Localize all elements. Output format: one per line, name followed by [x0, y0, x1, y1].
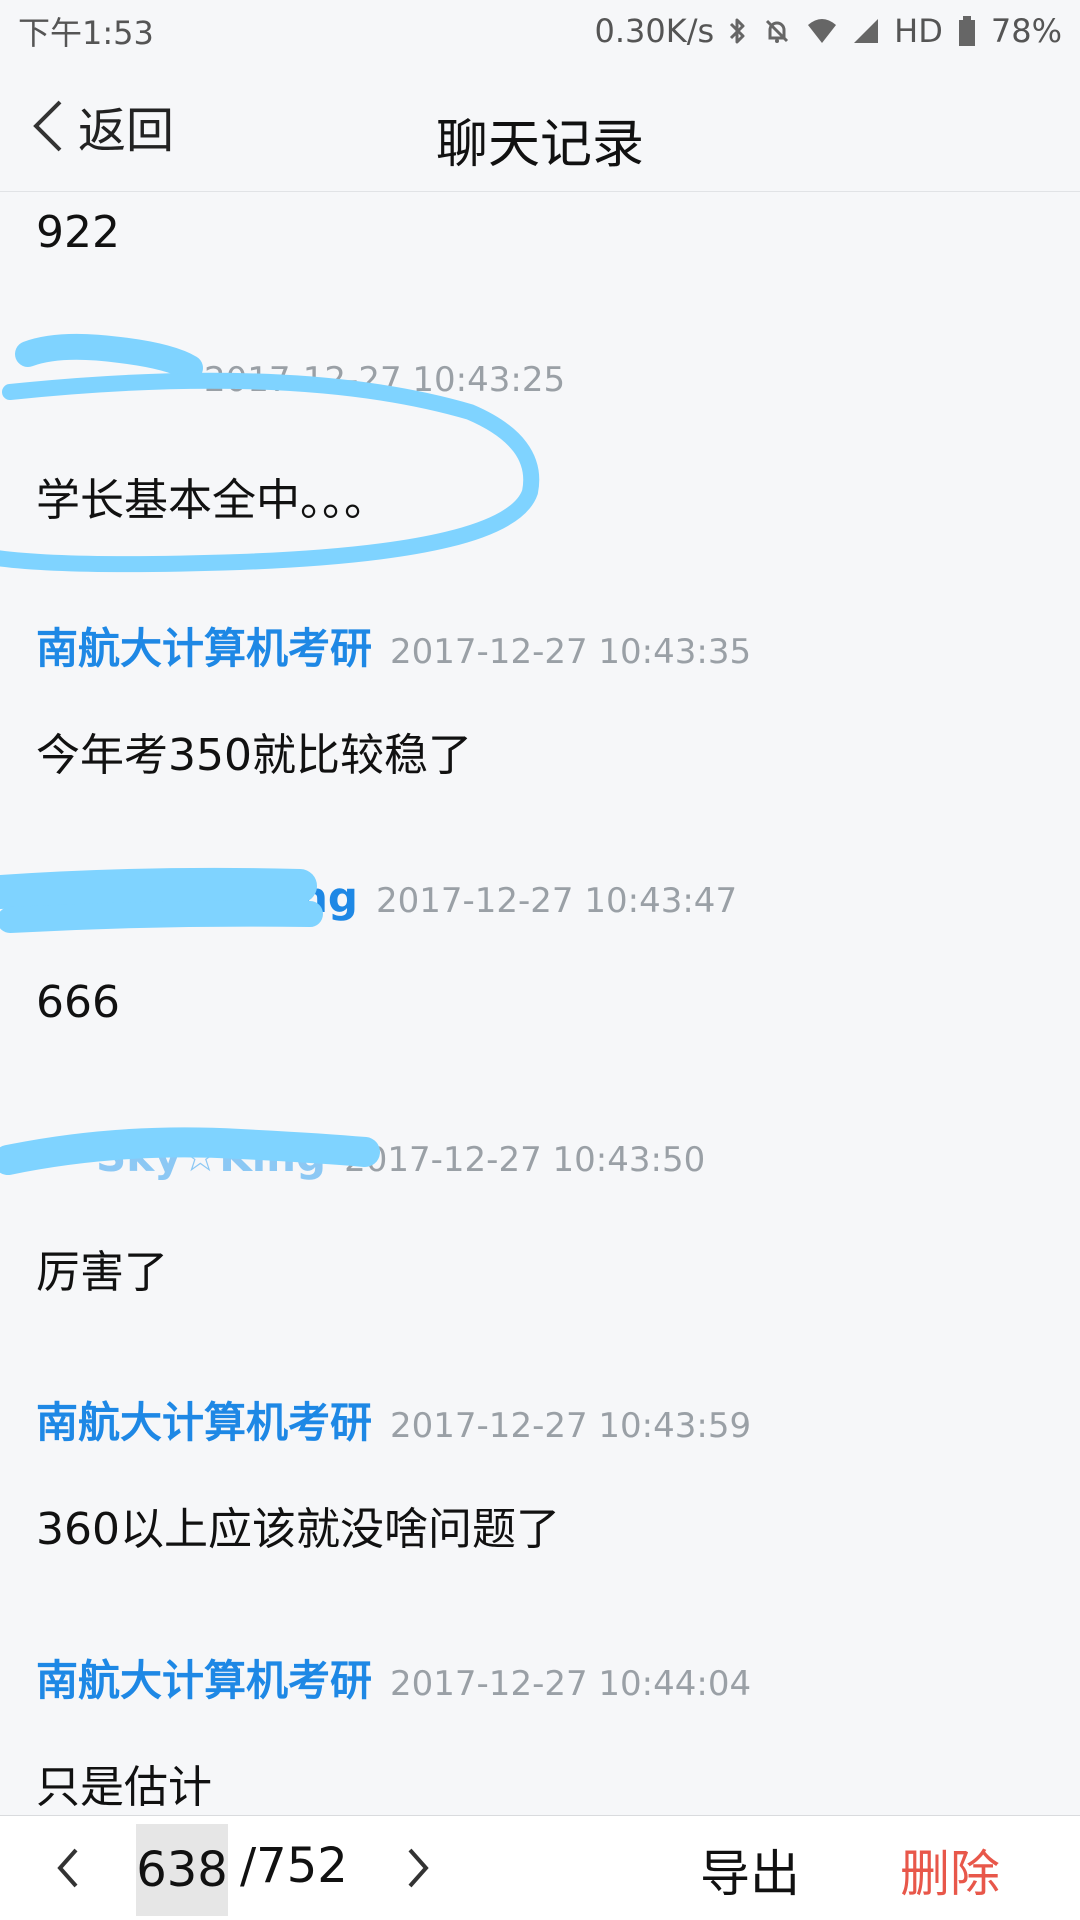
message-header: Sky☆King 2017-12-27 10:43:50	[36, 1132, 1044, 1190]
bottom-toolbar: 638 /752 导出 删除	[0, 1815, 1080, 1920]
message-timestamp: 2017-12-27 10:44:04	[390, 1664, 752, 1704]
page-title: 聊天记录	[435, 115, 644, 175]
message-sender: 南航大计算机考研	[36, 1656, 373, 1705]
message-content: 厉害了	[36, 1247, 168, 1298]
message-item: ng 2017-12-27 10:43:47 666	[36, 873, 1044, 1028]
status-icons: 0.30K/s HD 78%	[594, 12, 1062, 50]
export-button[interactable]: 导出	[700, 1834, 800, 1906]
page-number-input[interactable]: 638	[136, 1824, 228, 1916]
message-item: 南航大计算机考研 2017-12-27 10:44:04 只是估计	[36, 1647, 1044, 1815]
page-total: /752	[240, 1838, 348, 1894]
message-header: 南航大计算机考研 2017-12-27 10:44:04	[36, 1647, 1044, 1705]
message-content: 只是估计	[36, 1762, 212, 1813]
message-timestamp: 2017-12-27 10:43:35	[390, 632, 752, 672]
message-timestamp: 2017-12-27 10:43:25	[204, 360, 566, 400]
message-timestamp: 2017-12-27 10:43:47	[375, 881, 738, 921]
message-content: 今年考350就比较稳了	[36, 730, 472, 781]
delete-button[interactable]: 删除	[900, 1834, 1000, 1906]
network-type: HD	[894, 12, 943, 50]
signal-icon	[852, 17, 880, 45]
message-item: 南航大计算机考研 2017-12-27 10:43:35 今年考350就比较稳了	[36, 615, 1044, 783]
message-header: 2017-12-27 10:43:25	[36, 360, 1044, 418]
message-item: Sky☆King 2017-12-27 10:43:50 厉害了	[36, 1132, 1044, 1300]
message-header: 南航大计算机考研 2017-12-27 10:43:59	[36, 1389, 1044, 1447]
message-content: 360以上应该就没啥问题了	[36, 1504, 560, 1555]
message-content: 666	[36, 977, 120, 1028]
battery-icon	[957, 15, 977, 47]
header: 返回 聊天记录	[0, 62, 1080, 192]
message-header: 南航大计算机考研 2017-12-27 10:43:35	[36, 615, 1044, 673]
message-content: 922	[36, 207, 120, 258]
next-page-button[interactable]	[386, 1836, 450, 1900]
message-item: 922	[36, 207, 1044, 258]
battery-level: 78%	[990, 12, 1062, 50]
message-timestamp: 2017-12-27 10:43:50	[344, 1140, 706, 1180]
message-header: ng 2017-12-27 10:43:47	[36, 873, 1044, 931]
message-timestamp: 2017-12-27 10:43:59	[390, 1406, 752, 1446]
message-list[interactable]: 922 2017-12-27 10:43:25 学长基本全中。。。 南航大计算机…	[0, 192, 1080, 1815]
message-content: 学长基本全中。。。	[36, 475, 388, 526]
status-time: 下午1:53	[18, 14, 154, 52]
chevron-right-icon	[408, 1848, 429, 1888]
mute-bell-icon	[762, 16, 792, 46]
chevron-left-icon	[57, 1848, 78, 1888]
bluetooth-icon	[728, 16, 748, 46]
message-item: 南航大计算机考研 2017-12-27 10:43:59 360以上应该就没啥问…	[36, 1389, 1044, 1557]
message-item: 2017-12-27 10:43:25 学长基本全中。。。	[36, 360, 1044, 528]
wifi-icon	[806, 17, 838, 45]
prev-page-button[interactable]	[36, 1836, 100, 1900]
network-speed: 0.30K/s	[594, 12, 715, 50]
message-sender: Sky☆King	[96, 1132, 327, 1181]
message-sender: 南航大计算机考研	[36, 1398, 373, 1447]
message-sender: 南航大计算机考研	[36, 624, 373, 673]
status-bar: 下午1:53 0.30K/s HD 78%	[0, 0, 1080, 62]
message-sender: ng	[298, 873, 358, 922]
